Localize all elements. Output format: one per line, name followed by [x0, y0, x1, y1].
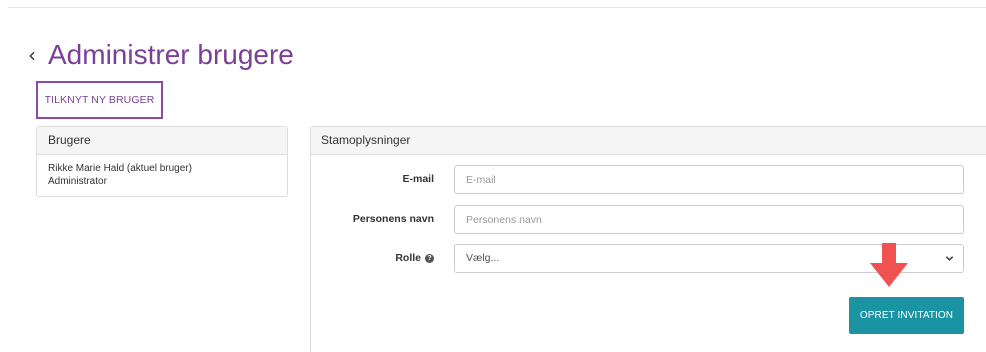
user-list-item[interactable]: Rikke Marie Hald (aktuel bruger) Adminis… [37, 155, 287, 195]
chevron-down-icon [945, 256, 954, 261]
create-invitation-button[interactable]: OPRET INVITATION [849, 297, 964, 334]
email-label: E-mail [402, 173, 434, 185]
user-role: Administrator [48, 176, 107, 187]
link-new-user-button[interactable]: TILKNYT NY BRUGER [36, 81, 163, 119]
email-row: E-mail [311, 165, 986, 194]
question-circle-icon[interactable]: ? [425, 254, 434, 263]
role-label-group: Rolle ? [395, 244, 434, 273]
page-title: Administrer brugere [48, 39, 294, 70]
details-panel-heading: Stamoplysninger [311, 127, 986, 155]
chevron-left-icon[interactable]: ‹ [28, 40, 48, 70]
page-header: ‹ Administrer brugere [28, 38, 294, 72]
role-selected-value: Vælg... [466, 252, 500, 264]
email-field[interactable] [454, 165, 964, 194]
users-panel-heading: Brugere [37, 127, 287, 155]
role-label: Rolle [395, 252, 421, 264]
name-label: Personens navn [352, 213, 434, 225]
top-divider [8, 7, 986, 8]
users-panel: Brugere Rikke Marie Hald (aktuel bruger)… [36, 126, 288, 197]
user-name: Rikke Marie Hald (aktuel bruger) [48, 163, 192, 174]
person-name-field[interactable] [454, 205, 964, 234]
arrow-down-icon [870, 243, 908, 287]
name-row: Personens navn [311, 205, 986, 234]
manage-users-page: ‹ Administrer brugere TILKNYT NY BRUGER … [0, 0, 986, 352]
details-panel: Stamoplysninger E-mail Personens navn Ro… [310, 126, 986, 352]
